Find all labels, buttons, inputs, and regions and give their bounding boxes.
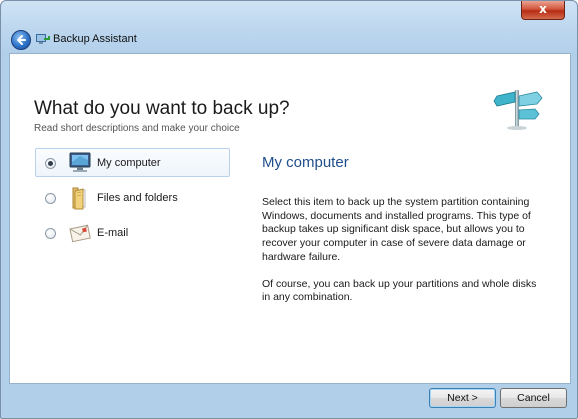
option-label: Files and folders: [97, 192, 178, 204]
radio-files-and-folders[interactable]: [45, 193, 56, 204]
close-button[interactable]: x: [521, 1, 565, 20]
detail-description: Select this item to back up the system p…: [262, 196, 537, 318]
wizard-content: What do you want to back up? Read short …: [9, 53, 571, 384]
back-arrow-icon: [17, 35, 26, 45]
email-icon: [69, 224, 91, 243]
page-title: What do you want to back up?: [34, 98, 290, 119]
radio-email[interactable]: [45, 228, 56, 239]
backup-assistant-icon: [36, 34, 50, 44]
wizard-footer: Next > Cancel: [9, 383, 569, 415]
radio-my-computer[interactable]: [45, 158, 56, 169]
backup-assistant-window: x Backup Assistant What do you want to b…: [0, 0, 578, 419]
cancel-button[interactable]: Cancel: [500, 388, 567, 408]
option-files-and-folders[interactable]: Files and folders: [35, 183, 230, 212]
option-label: My computer: [97, 157, 161, 169]
back-button[interactable]: [11, 30, 31, 50]
detail-title: My computer: [262, 154, 349, 171]
next-button[interactable]: Next >: [429, 388, 496, 408]
computer-icon: [69, 152, 91, 172]
folder-icon: [72, 187, 86, 210]
detail-paragraph: Of course, you can back up your partitio…: [262, 277, 537, 304]
page-subtitle: Read short descriptions and make your ch…: [34, 123, 240, 134]
window-title: Backup Assistant: [53, 33, 137, 45]
signpost-icon: [493, 90, 543, 130]
option-my-computer[interactable]: My computer: [35, 148, 230, 177]
detail-paragraph: Select this item to back up the system p…: [262, 196, 531, 263]
radio-selected-dot: [48, 161, 53, 166]
option-label: E-mail: [97, 227, 129, 239]
option-email[interactable]: E-mail: [35, 218, 230, 247]
